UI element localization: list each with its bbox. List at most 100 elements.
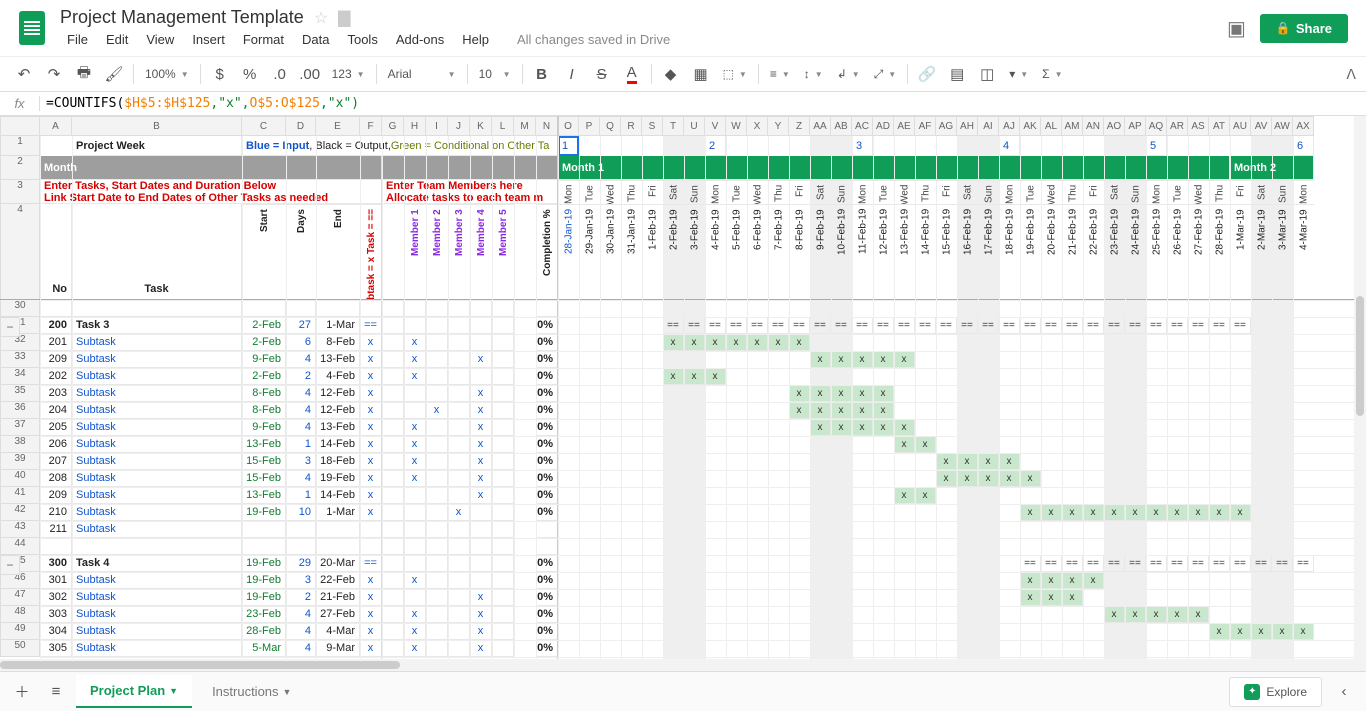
cell[interactable] <box>448 623 470 640</box>
col-header[interactable]: AW <box>1272 116 1293 136</box>
cell[interactable] <box>404 402 426 419</box>
cell[interactable] <box>448 572 470 589</box>
gantt-cell[interactable]: == <box>768 317 789 334</box>
cell[interactable]: x <box>470 623 492 640</box>
cell[interactable] <box>536 538 558 555</box>
date-header[interactable]: 23-Feb-19 <box>1104 204 1125 300</box>
borders-icon[interactable]: ▦ <box>687 60 715 88</box>
gantt-cell[interactable]: x <box>1167 606 1188 623</box>
cell[interactable]: x <box>360 334 382 351</box>
cell[interactable] <box>426 419 448 436</box>
cell[interactable]: x <box>448 504 470 521</box>
gantt-cell[interactable]: x <box>747 334 768 351</box>
gantt-cell[interactable]: x <box>810 385 831 402</box>
row-header[interactable]: 2 <box>0 156 40 180</box>
menu-edit[interactable]: Edit <box>99 30 135 49</box>
cell[interactable]: Subtask <box>72 419 242 436</box>
cell[interactable]: 0% <box>536 606 558 623</box>
link-icon[interactable]: 🔗 <box>913 60 941 88</box>
col-header[interactable]: B <box>72 116 242 136</box>
gantt-cell[interactable]: x <box>1041 572 1062 589</box>
gantt-cell[interactable]: == <box>873 317 894 334</box>
cell[interactable]: 208 <box>40 470 72 487</box>
cell[interactable] <box>426 317 448 334</box>
gantt-cell[interactable]: == <box>852 317 873 334</box>
rotate-icon[interactable]: ⤢▼ <box>868 60 903 88</box>
cell[interactable]: 305 <box>40 640 72 657</box>
cell[interactable] <box>448 555 470 572</box>
cell[interactable]: Subtask <box>72 640 242 657</box>
gantt-cell[interactable]: x <box>873 419 894 436</box>
cell[interactable]: Subtask <box>72 385 242 402</box>
cell[interactable]: No <box>40 204 72 300</box>
gantt-cell[interactable]: == <box>957 317 978 334</box>
cell[interactable]: 10 <box>286 504 316 521</box>
cell[interactable] <box>426 589 448 606</box>
cell[interactable]: 300 <box>40 555 72 572</box>
cell[interactable] <box>404 385 426 402</box>
gantt-cell[interactable]: x <box>1062 589 1083 606</box>
gantt-cell[interactable]: x <box>831 385 852 402</box>
cell[interactable]: x <box>404 419 426 436</box>
cell[interactable] <box>448 351 470 368</box>
cell[interactable]: Subtask <box>72 589 242 606</box>
cell[interactable] <box>382 317 404 334</box>
gantt-cell[interactable]: x <box>663 334 684 351</box>
cell[interactable] <box>492 572 514 589</box>
gantt-cell[interactable]: x <box>894 419 915 436</box>
cell[interactable]: 19-Feb <box>242 555 286 572</box>
cell[interactable] <box>536 300 558 317</box>
date-header[interactable]: 3-Feb-19 <box>684 204 705 300</box>
date-header[interactable]: 18-Feb-19 <box>999 204 1020 300</box>
dow-header[interactable]: Sat <box>663 180 684 204</box>
cell[interactable] <box>426 300 448 317</box>
gantt-cell[interactable]: x <box>789 334 810 351</box>
cell[interactable] <box>448 470 470 487</box>
cell[interactable]: x <box>360 351 382 368</box>
cell[interactable]: 1 <box>286 487 316 504</box>
gantt-cell[interactable]: == <box>894 317 915 334</box>
strike-icon[interactable]: S <box>588 60 616 88</box>
cell[interactable] <box>382 555 404 572</box>
cell[interactable]: x <box>360 504 382 521</box>
cell[interactable]: 2 <box>286 368 316 385</box>
cell[interactable]: 2-Feb <box>242 317 286 334</box>
cell[interactable]: x <box>404 623 426 640</box>
valign-icon[interactable]: ↕▼ <box>798 60 829 88</box>
comment-icon[interactable]: ▤ <box>943 60 971 88</box>
cell[interactable]: 19-Feb <box>242 504 286 521</box>
dec-decrease-icon[interactable]: .0 <box>266 60 294 88</box>
functions-icon[interactable]: Σ▼ <box>1036 60 1068 88</box>
cell[interactable]: Completion % <box>536 204 558 300</box>
gantt-cell[interactable]: == <box>1041 555 1062 572</box>
gantt-cell[interactable]: == <box>684 317 705 334</box>
cell[interactable] <box>470 504 492 521</box>
paint-format-icon[interactable]: 🖌 <box>100 60 128 88</box>
cell[interactable] <box>426 623 448 640</box>
cell[interactable] <box>426 640 448 657</box>
gantt-cell[interactable]: == <box>789 317 810 334</box>
cell[interactable]: x <box>404 351 426 368</box>
date-header[interactable]: 25-Feb-19 <box>1146 204 1167 300</box>
cell[interactable] <box>492 351 514 368</box>
cell[interactable]: Subtask <box>72 606 242 623</box>
cell[interactable]: x <box>360 470 382 487</box>
scrollbar-vertical[interactable] <box>1354 116 1366 671</box>
dow-header[interactable]: Tue <box>726 180 747 204</box>
gantt-cell[interactable]: x <box>999 470 1020 487</box>
col-header[interactable]: E <box>316 116 360 136</box>
date-header[interactable]: 7-Feb-19 <box>768 204 789 300</box>
cell[interactable]: x <box>404 453 426 470</box>
cell[interactable] <box>360 300 382 317</box>
cell[interactable] <box>426 436 448 453</box>
cell[interactable]: Member 4 <box>470 204 492 300</box>
date-header[interactable]: 12-Feb-19 <box>873 204 894 300</box>
cell[interactable] <box>470 572 492 589</box>
col-header[interactable]: W <box>726 116 747 136</box>
col-header[interactable]: AS <box>1188 116 1209 136</box>
cell[interactable]: 8-Feb <box>242 385 286 402</box>
cell[interactable]: 0% <box>536 385 558 402</box>
cell[interactable] <box>426 521 448 538</box>
textcolor-icon[interactable]: A <box>618 60 646 88</box>
dow-header[interactable]: Wed <box>1188 180 1209 204</box>
